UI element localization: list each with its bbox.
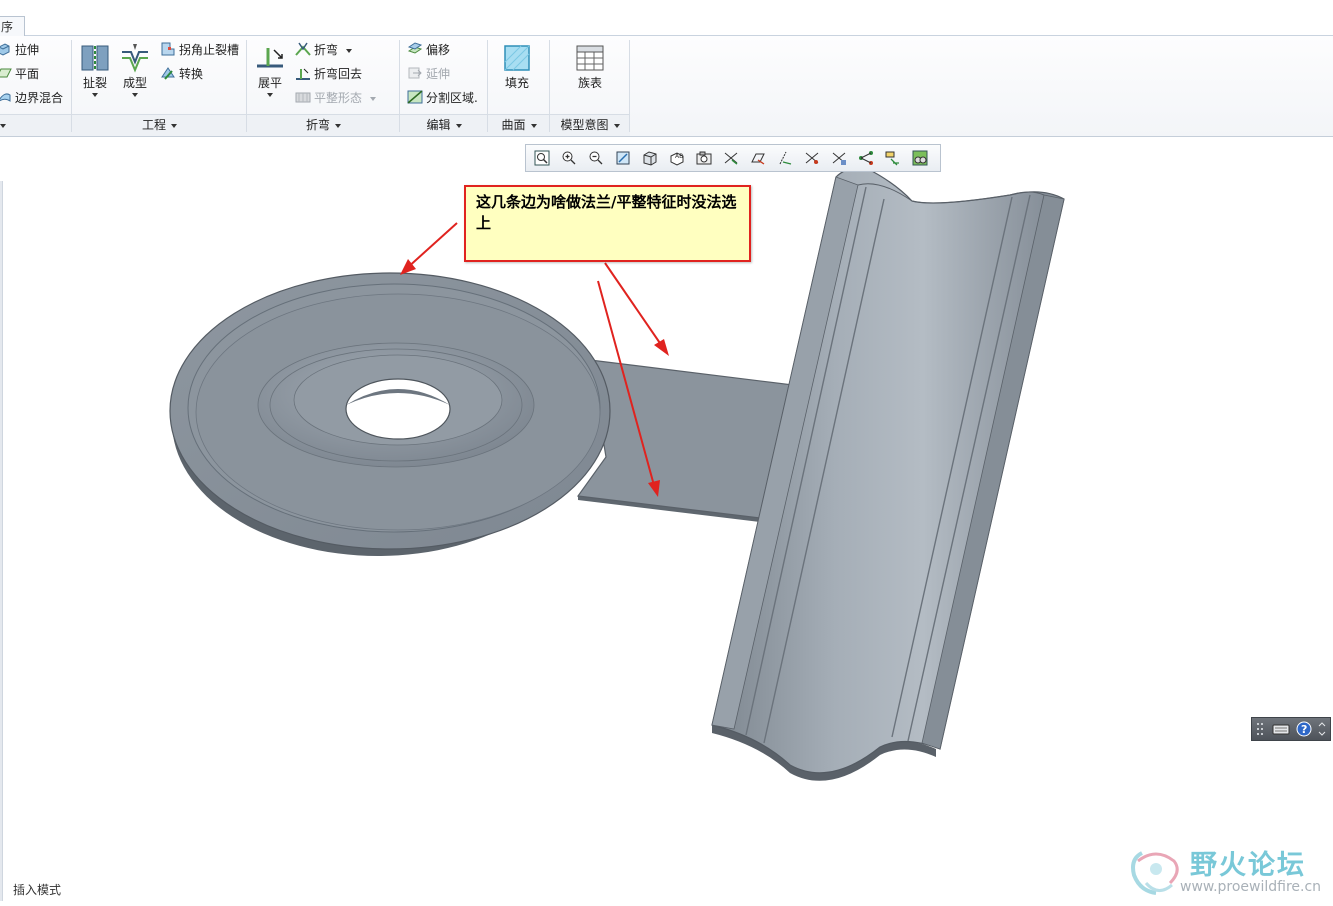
- extrude-icon: [0, 43, 10, 56]
- corner-relief-button[interactable]: 拐角止裂槽: [160, 39, 239, 61]
- split-area-icon: [407, 90, 423, 104]
- engineering-group-label[interactable]: 工程: [72, 114, 247, 136]
- grip-icon[interactable]: [1256, 721, 1264, 737]
- saved-views-button[interactable]: AB: [665, 147, 689, 169]
- datum-axes-button[interactable]: [746, 147, 770, 169]
- fill-icon: [504, 45, 530, 71]
- datum-planes-button[interactable]: [719, 147, 743, 169]
- datum-points-icon: [779, 151, 792, 165]
- watermark-url: www.proewildfire.cn: [1180, 879, 1322, 895]
- coordinate-systems-button[interactable]: [800, 147, 824, 169]
- ribbon-group-editing: 偏移 延伸 分割区域. 编辑: [400, 36, 488, 136]
- form-icon: [122, 44, 148, 73]
- extend-button[interactable]: 延伸: [407, 63, 450, 85]
- bend-button[interactable]: 折弯: [295, 39, 353, 61]
- bend-back-icon: [296, 68, 310, 80]
- form-button[interactable]: 成型: [116, 42, 154, 97]
- bends-group-label[interactable]: 折弯: [247, 114, 400, 136]
- zoom-out-button[interactable]: [584, 147, 608, 169]
- datum-axes-icon: [751, 153, 765, 165]
- rip-button[interactable]: 扯裂: [78, 42, 112, 97]
- ribbon: 拉伸 平面 边界混合 扯裂 成型 拐角止裂槽 转换 工程 展平 折弯 折弯回去 …: [0, 36, 1333, 137]
- view-toolbar: AB: [525, 144, 941, 172]
- ribbon-group-shapes: 拉伸 平面 边界混合: [0, 36, 72, 136]
- plane-button[interactable]: 平面: [0, 63, 39, 85]
- unbend-icon: [257, 48, 283, 68]
- disk-hole: [345, 378, 451, 440]
- ribbon-group-surfaces: 填充 曲面: [488, 36, 550, 136]
- keyboard-icon[interactable]: [1272, 722, 1290, 736]
- flat-state-icon: [295, 92, 311, 103]
- fill-button[interactable]: 填充: [494, 42, 540, 91]
- annotations-icon: [832, 152, 846, 165]
- ribbon-group-bends: 展平 折弯 折弯回去 平整形态 折弯: [247, 36, 400, 136]
- bend-back-button[interactable]: 折弯回去: [295, 63, 362, 85]
- split-area-button[interactable]: 分割区域.: [407, 87, 478, 109]
- datum-display-filter-button[interactable]: [881, 147, 905, 169]
- status-mode: 插入模式: [13, 883, 62, 897]
- ribbon-group-engineering: 扯裂 成型 拐角止裂槽 转换 工程: [72, 36, 247, 136]
- ribbon-tab-strip: 序: [0, 0, 1333, 37]
- unbend-button[interactable]: 展平: [253, 42, 287, 97]
- family-table-button[interactable]: 族表: [568, 42, 612, 91]
- annotations-button[interactable]: [827, 147, 851, 169]
- datum-display-filter-icon: [885, 151, 899, 166]
- datum-planes-icon: [724, 152, 738, 165]
- display-style-button[interactable]: [638, 147, 662, 169]
- corner-relief-icon: [161, 42, 175, 56]
- zoom-in-icon: [562, 151, 576, 165]
- repaint-button[interactable]: [611, 147, 635, 169]
- mini-toolbar: ?: [1251, 717, 1331, 741]
- convert-icon: [161, 67, 175, 80]
- forum-watermark: 野火论坛 www.proewildfire.cn: [1122, 839, 1332, 903]
- refit-icon: [534, 150, 550, 166]
- model-intent-group-label[interactable]: 模型意图: [550, 114, 630, 136]
- shapes-group-label[interactable]: [0, 114, 72, 136]
- help-icon[interactable]: ?: [1296, 721, 1312, 737]
- offset-button[interactable]: 偏移: [407, 39, 450, 61]
- tab-active[interactable]: 序: [0, 16, 25, 37]
- rip-icon: [81, 45, 109, 71]
- graphics-window[interactable]: AB 这几条边为啥做法兰/平整特征时没法选上 ? 插入模式 野火论坛 www.p…: [0, 137, 1333, 906]
- annotation-note-text: 这几条边为啥做法兰/平整特征时没法选上: [476, 193, 737, 232]
- datum-points-button[interactable]: [773, 147, 797, 169]
- flat-state-button[interactable]: 平整形态: [295, 87, 377, 109]
- bend-icon: [295, 42, 311, 56]
- svg-text:?: ?: [1301, 723, 1307, 736]
- svg-text:AB: AB: [675, 153, 683, 160]
- coordinate-systems-icon: [805, 152, 819, 164]
- strap-top: [576, 359, 794, 519]
- extend-icon: [408, 67, 422, 79]
- family-table-icon: [576, 45, 604, 71]
- appearance-icon: [912, 150, 928, 166]
- zoom-out-icon: [589, 151, 603, 165]
- resize-icon[interactable]: [1318, 721, 1326, 737]
- spin-center-icon: [859, 151, 873, 165]
- ribbon-group-model-intent: 族表 模型意图: [550, 36, 630, 136]
- boundary-blend-button[interactable]: 边界混合: [0, 87, 63, 109]
- extrude-button[interactable]: 拉伸: [0, 39, 39, 61]
- appearance-button[interactable]: [908, 147, 932, 169]
- view-manager-button[interactable]: [692, 147, 716, 169]
- view-manager-icon: [696, 151, 712, 165]
- saved-views-icon: AB: [670, 152, 684, 166]
- repaint-icon: [616, 151, 630, 165]
- plane-icon: [0, 68, 12, 78]
- boundary-blend-icon: [0, 93, 11, 102]
- annotation-note: 这几条边为啥做法兰/平整特征时没法选上: [464, 185, 751, 262]
- watermark-title: 野火论坛: [1190, 850, 1306, 881]
- zoom-in-button[interactable]: [557, 147, 581, 169]
- refit-button[interactable]: [530, 147, 554, 169]
- offset-icon: [407, 42, 423, 54]
- editing-group-label[interactable]: 编辑: [400, 114, 488, 136]
- arrow-head-2: [654, 339, 669, 356]
- spin-center-button[interactable]: [854, 147, 878, 169]
- convert-button[interactable]: 转换: [160, 63, 203, 85]
- surfaces-group-label[interactable]: 曲面: [488, 114, 550, 136]
- display-style-icon: [643, 151, 657, 166]
